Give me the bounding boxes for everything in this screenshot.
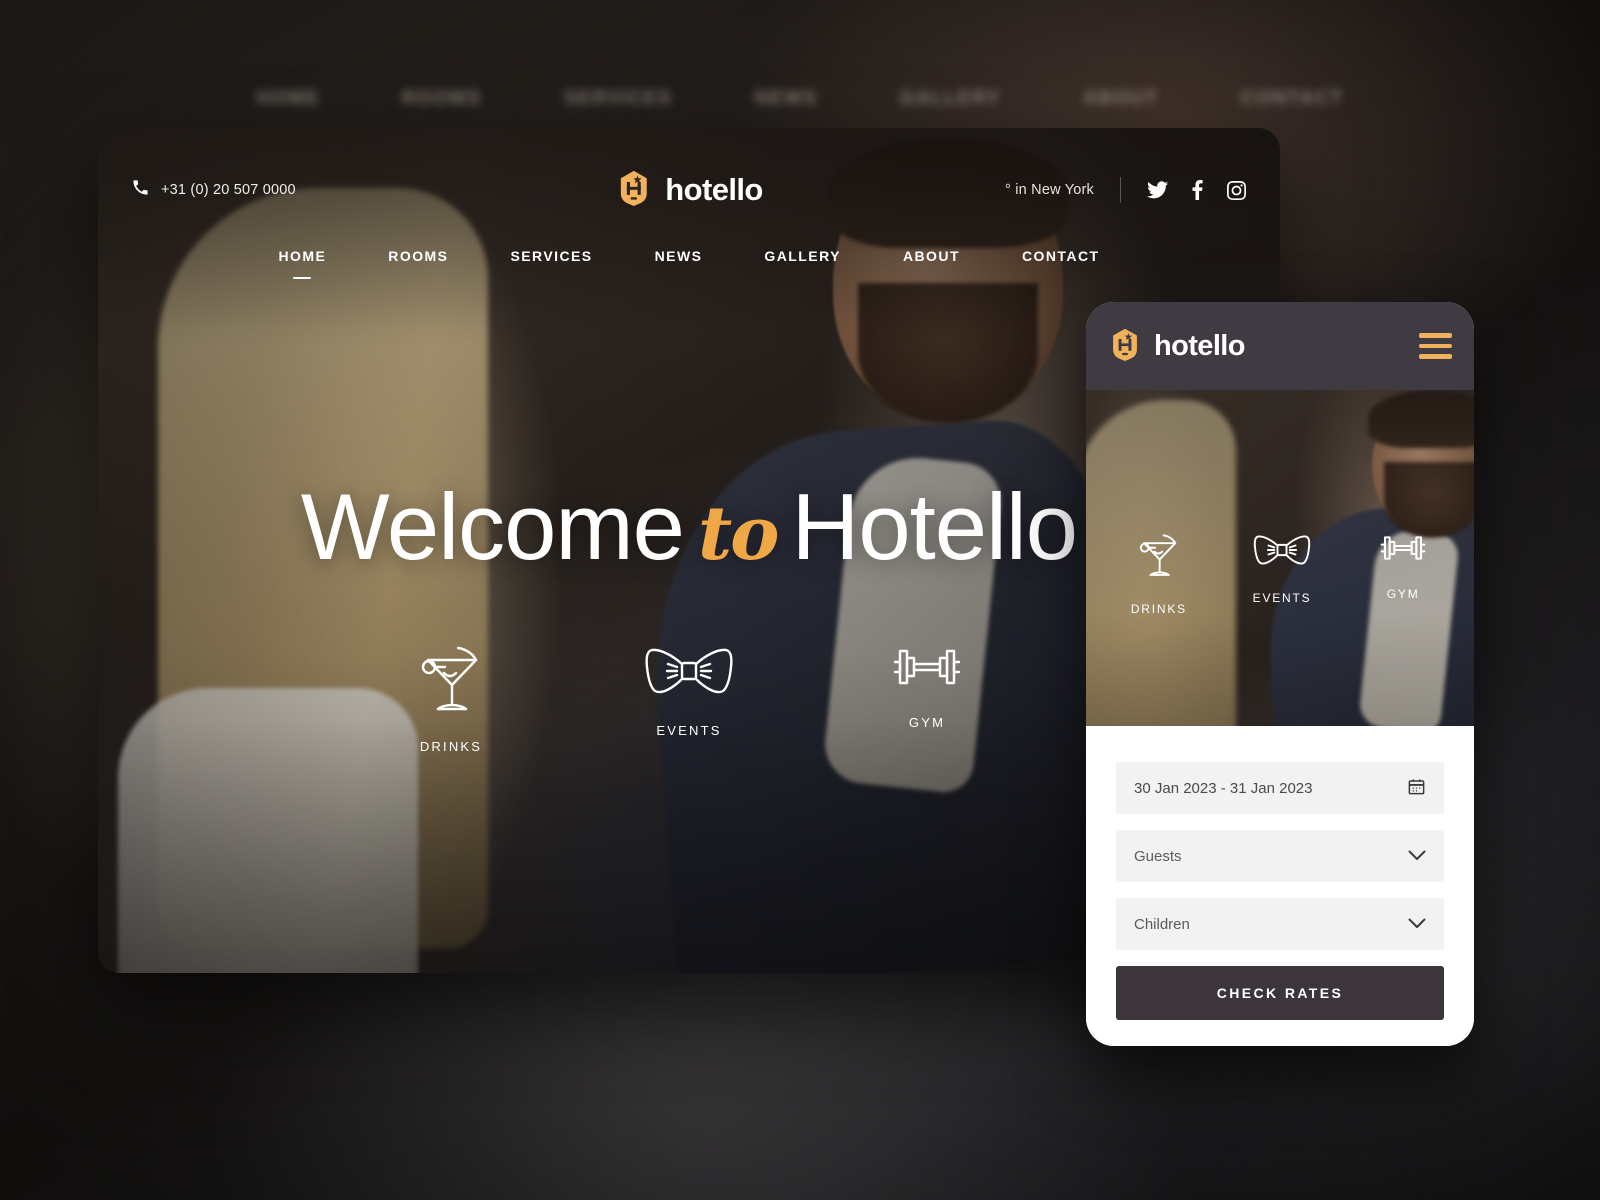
phone-icon: [132, 179, 149, 201]
nav-item-home[interactable]: HOME: [247, 248, 357, 264]
feature-label: EVENTS: [656, 723, 722, 738]
feature-label: GYM: [908, 715, 946, 730]
cocktail-icon: [1135, 532, 1183, 584]
ghost-nav-item: HOME: [256, 88, 321, 109]
date-range-field[interactable]: 30 Jan 2023 - 31 Jan 2023: [1116, 762, 1444, 814]
hamburger-menu-icon[interactable]: [1419, 333, 1452, 359]
ghost-nav-item: SERVICES: [563, 88, 673, 109]
mobile-logo-wordmark: hotello: [1154, 329, 1245, 362]
feature-events[interactable]: EVENTS: [629, 643, 749, 754]
bowtie-icon: [644, 643, 734, 699]
feature-drinks[interactable]: DRINKS: [391, 643, 511, 754]
twitter-icon[interactable]: [1147, 181, 1168, 199]
cocktail-icon: [414, 643, 488, 715]
feature-label: GYM: [1386, 587, 1420, 601]
feature-events[interactable]: EVENTS: [1253, 532, 1312, 616]
hero-title-part1: Welcome: [300, 474, 685, 579]
mobile-header: hotello: [1086, 302, 1474, 390]
hero-title-script: to: [697, 491, 780, 577]
contact-phone[interactable]: +31 (0) 20 507 0000: [132, 179, 296, 201]
desktop-topbar-right: ° in New York: [1005, 177, 1246, 203]
nav-item-rooms[interactable]: ROOMS: [357, 248, 479, 264]
hamburger-line: [1419, 354, 1452, 359]
ghost-nav-item: ROOMS: [402, 88, 482, 109]
mobile-mockup: hotello DRINKS EVENTS GYM 30 Jan 2023 - …: [1086, 302, 1474, 1046]
logo-wordmark: hotello: [665, 172, 763, 207]
facebook-icon[interactable]: [1192, 180, 1203, 200]
feature-label: EVENTS: [1252, 591, 1312, 605]
guests-select[interactable]: Guests: [1116, 830, 1444, 882]
social-links: [1147, 180, 1246, 200]
date-range-value: 30 Jan 2023 - 31 Jan 2023: [1134, 779, 1313, 797]
phone-number-text: +31 (0) 20 507 0000: [161, 182, 296, 198]
weather-location-text: ° in New York: [1005, 182, 1094, 198]
feature-gym[interactable]: GYM: [867, 643, 987, 754]
check-rates-button[interactable]: CHECK RATES: [1116, 966, 1444, 1020]
bowtie-icon: [1253, 532, 1311, 573]
feature-gym[interactable]: GYM: [1377, 532, 1429, 616]
guests-placeholder: Guests: [1134, 847, 1182, 865]
desktop-main-nav: HOME ROOMS SERVICES NEWS GALLERY ABOUT C…: [98, 248, 1280, 264]
ghost-nav-item: NEWS: [754, 88, 818, 109]
ghost-nav-item: ABOUT: [1083, 88, 1159, 109]
booking-form: 30 Jan 2023 - 31 Jan 2023 Guests Childre…: [1086, 726, 1474, 1046]
dumbbell-icon: [888, 643, 966, 691]
dumbbell-icon: [1377, 532, 1429, 569]
hotello-badge-icon: [1108, 327, 1142, 366]
children-select[interactable]: Children: [1116, 898, 1444, 950]
nav-item-services[interactable]: SERVICES: [479, 248, 623, 264]
nav-item-gallery[interactable]: GALLERY: [733, 248, 872, 264]
chevron-down-icon: [1408, 848, 1426, 865]
feature-drinks[interactable]: DRINKS: [1131, 532, 1187, 616]
calendar-icon[interactable]: [1407, 777, 1426, 800]
chevron-down-icon: [1408, 916, 1426, 933]
nav-item-news[interactable]: NEWS: [624, 248, 734, 264]
mobile-feature-row: DRINKS EVENTS GYM: [1086, 532, 1474, 616]
ghost-nav-item: GALLERY: [899, 88, 1002, 109]
nav-item-about[interactable]: ABOUT: [872, 248, 991, 264]
nav-item-contact[interactable]: CONTACT: [991, 248, 1131, 264]
hotello-badge-icon: [615, 169, 652, 211]
hamburger-line: [1419, 343, 1452, 349]
desktop-logo[interactable]: hotello: [615, 169, 763, 211]
hamburger-line: [1419, 333, 1452, 338]
hero-title-part2: Hotello: [791, 474, 1078, 579]
feature-label: DRINKS: [1130, 602, 1187, 616]
instagram-icon[interactable]: [1227, 180, 1246, 200]
children-placeholder: Children: [1134, 915, 1190, 933]
topbar-divider: [1120, 177, 1121, 203]
desktop-topbar: +31 (0) 20 507 0000 hotello ° in New Yor…: [98, 162, 1280, 218]
feature-label: DRINKS: [419, 739, 483, 754]
ghost-nav-item: CONTACT: [1240, 88, 1344, 109]
background-ghost-nav: HOME ROOMS SERVICES NEWS GALLERY ABOUT C…: [0, 88, 1600, 110]
